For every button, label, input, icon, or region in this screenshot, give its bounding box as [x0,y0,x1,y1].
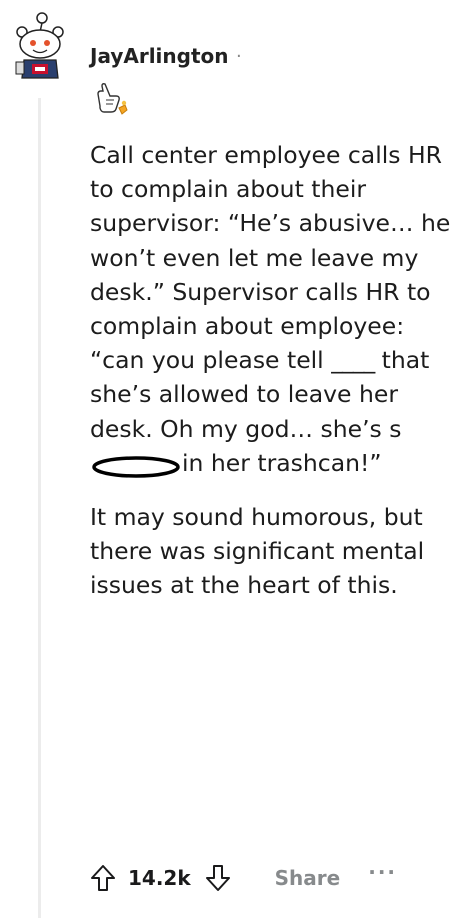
downvote-button[interactable] [203,858,233,898]
comment-actions: 14.2k Share ··· [88,856,397,900]
thread-line[interactable] [38,98,41,918]
censor-ellipse-icon [91,453,181,479]
upvote-button[interactable] [88,858,118,898]
separator-dot: · [236,46,242,67]
comment-paragraph-1: Call center employee calls HR to complai… [90,138,460,480]
comment-author[interactable]: JayArlington [90,44,229,68]
arrow-up-icon [91,865,115,891]
share-button[interactable]: Share [275,866,341,890]
comment-body: Call center employee calls HR to complai… [90,138,460,603]
snoo-avatar-icon [15,12,64,79]
vote-score: 14.2k [128,866,191,890]
comment-text-part: in her trashcan!” [182,448,382,477]
more-options-button[interactable]: ··· [368,860,397,884]
hand-award-icon [97,83,128,115]
award-badge[interactable] [92,82,132,116]
user-avatar[interactable] [12,10,68,80]
arrow-down-icon [205,865,230,891]
name-blank: ____ [331,346,375,375]
comment-text-part: Call center employee calls HR to complai… [90,141,451,375]
comment-paragraph-2: It may sound humorous, but there was sig… [90,503,425,600]
